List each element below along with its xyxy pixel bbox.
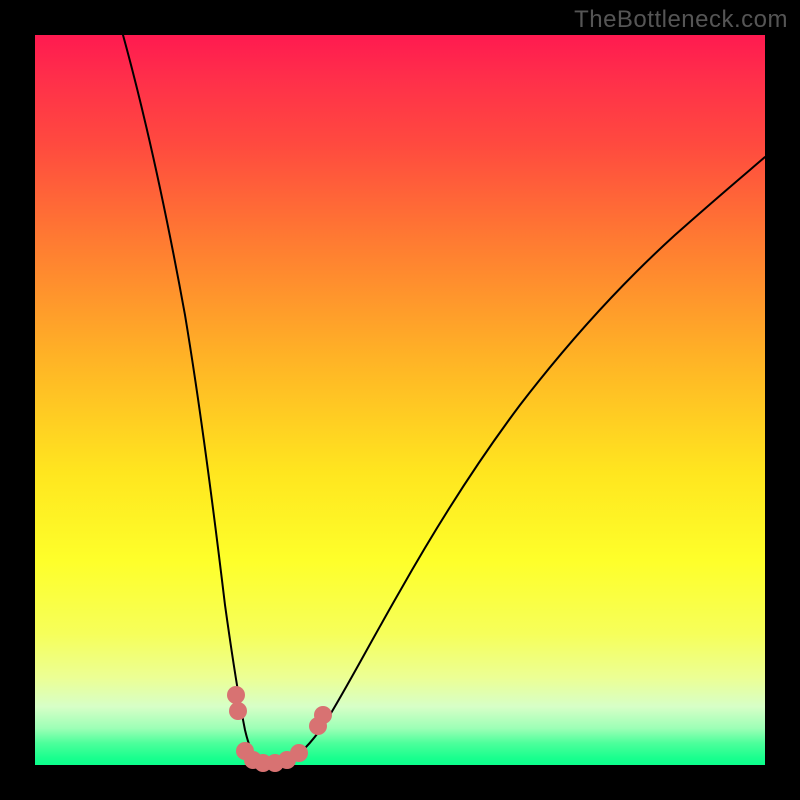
- curve-overlay: [35, 35, 765, 765]
- watermark-text: TheBottleneck.com: [574, 6, 788, 34]
- curve-marker: [290, 744, 308, 762]
- bottleneck-curve: [123, 35, 765, 763]
- chart-stage: TheBottleneck.com: [0, 0, 800, 800]
- marker-group: [227, 686, 332, 772]
- curve-marker: [227, 686, 245, 704]
- curve-marker: [314, 706, 332, 724]
- curve-marker: [229, 702, 247, 720]
